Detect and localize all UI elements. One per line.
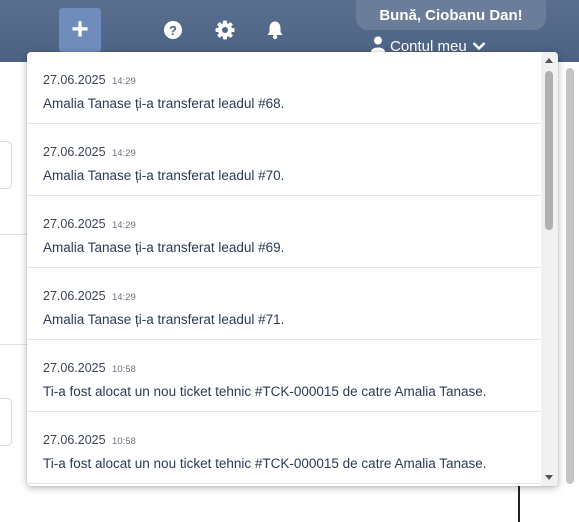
notification-time: 10:58: [112, 436, 136, 447]
notifications-dropdown: 27.06.2025 14:29 Amalia Tanase ți-a trans…: [27, 52, 558, 486]
notification-datetime: 27.06.2025 10:58: [43, 431, 541, 449]
notification-message: Amalia Tanase ți-a transferat leadul #69…: [43, 240, 285, 255]
notification-date: 27.06.2025: [43, 217, 106, 231]
background-field: [0, 141, 12, 189]
greeting-text: Bună, Ciobanu Dan!: [379, 6, 523, 24]
notification-date: 27.06.2025: [43, 361, 106, 375]
notification-item[interactable]: 27.06.2025 14:29 Amalia Tanase ți-a trans…: [27, 196, 541, 268]
notification-message: Ti-a fost alocat un nou ticket tehnic #T…: [43, 456, 487, 471]
notification-date: 27.06.2025: [43, 289, 106, 303]
dropdown-scrollbar[interactable]: [541, 52, 558, 486]
notification-datetime: 27.06.2025 10:58: [43, 359, 541, 377]
page-scrollbar[interactable]: [566, 68, 574, 484]
notification-item[interactable]: 27.06.2025 14:29 Amalia Tanase ți-a trans…: [27, 124, 541, 196]
notification-message: Amalia Tanase ți-a transferat leadul #70…: [43, 168, 285, 183]
scroll-down-icon[interactable]: [545, 475, 553, 480]
notification-item[interactable]: 27.06.2025 10:58 Ti-a fost alocat un nou …: [27, 340, 541, 412]
notification-message: Amalia Tanase ți-a transferat leadul #71…: [43, 312, 285, 327]
notification-time: 10:58: [112, 364, 136, 375]
background-divider: [0, 234, 30, 235]
notification-time: 14:29: [112, 292, 136, 303]
background-divider: [0, 344, 30, 345]
notification-datetime: 27.06.2025 14:29: [43, 143, 541, 161]
notification-datetime: 27.06.2025 14:29: [43, 71, 541, 89]
notification-time: 14:29: [112, 148, 136, 159]
notification-item[interactable]: 27.06.2025 14:29 Amalia Tanase ți-a trans…: [27, 268, 541, 340]
background-field: [0, 398, 12, 446]
plus-icon: +: [71, 13, 89, 46]
add-button[interactable]: +: [59, 8, 101, 52]
notification-date: 27.06.2025: [43, 73, 106, 87]
help-icon[interactable]: ?: [162, 19, 184, 41]
notification-datetime: 27.06.2025 14:29: [43, 287, 541, 305]
greeting-badge: Bună, Ciobanu Dan!: [356, 0, 546, 30]
notification-time: 14:29: [112, 76, 136, 87]
notification-date: 27.06.2025: [43, 145, 106, 159]
notification-datetime: 27.06.2025 14:29: [43, 215, 541, 233]
svg-text:?: ?: [169, 23, 177, 38]
notifications-list: 27.06.2025 14:29 Amalia Tanase ți-a trans…: [27, 52, 541, 484]
notification-message: Ti-a fost alocat un nou ticket tehnic #T…: [43, 384, 487, 399]
scroll-up-icon[interactable]: [545, 58, 553, 63]
notification-time: 14:29: [112, 220, 136, 231]
scroll-thumb[interactable]: [545, 71, 553, 230]
gear-icon[interactable]: [214, 19, 236, 41]
bell-icon[interactable]: [264, 19, 286, 41]
notification-item[interactable]: 27.06.2025 10:58 Ti-a fost alocat un nou …: [27, 412, 541, 484]
notification-item[interactable]: 27.06.2025 14:29 Amalia Tanase ți-a trans…: [27, 52, 541, 124]
background-border: [518, 482, 520, 522]
notification-message: Amalia Tanase ți-a transferat leadul #68…: [43, 96, 285, 111]
notification-date: 27.06.2025: [43, 433, 106, 447]
